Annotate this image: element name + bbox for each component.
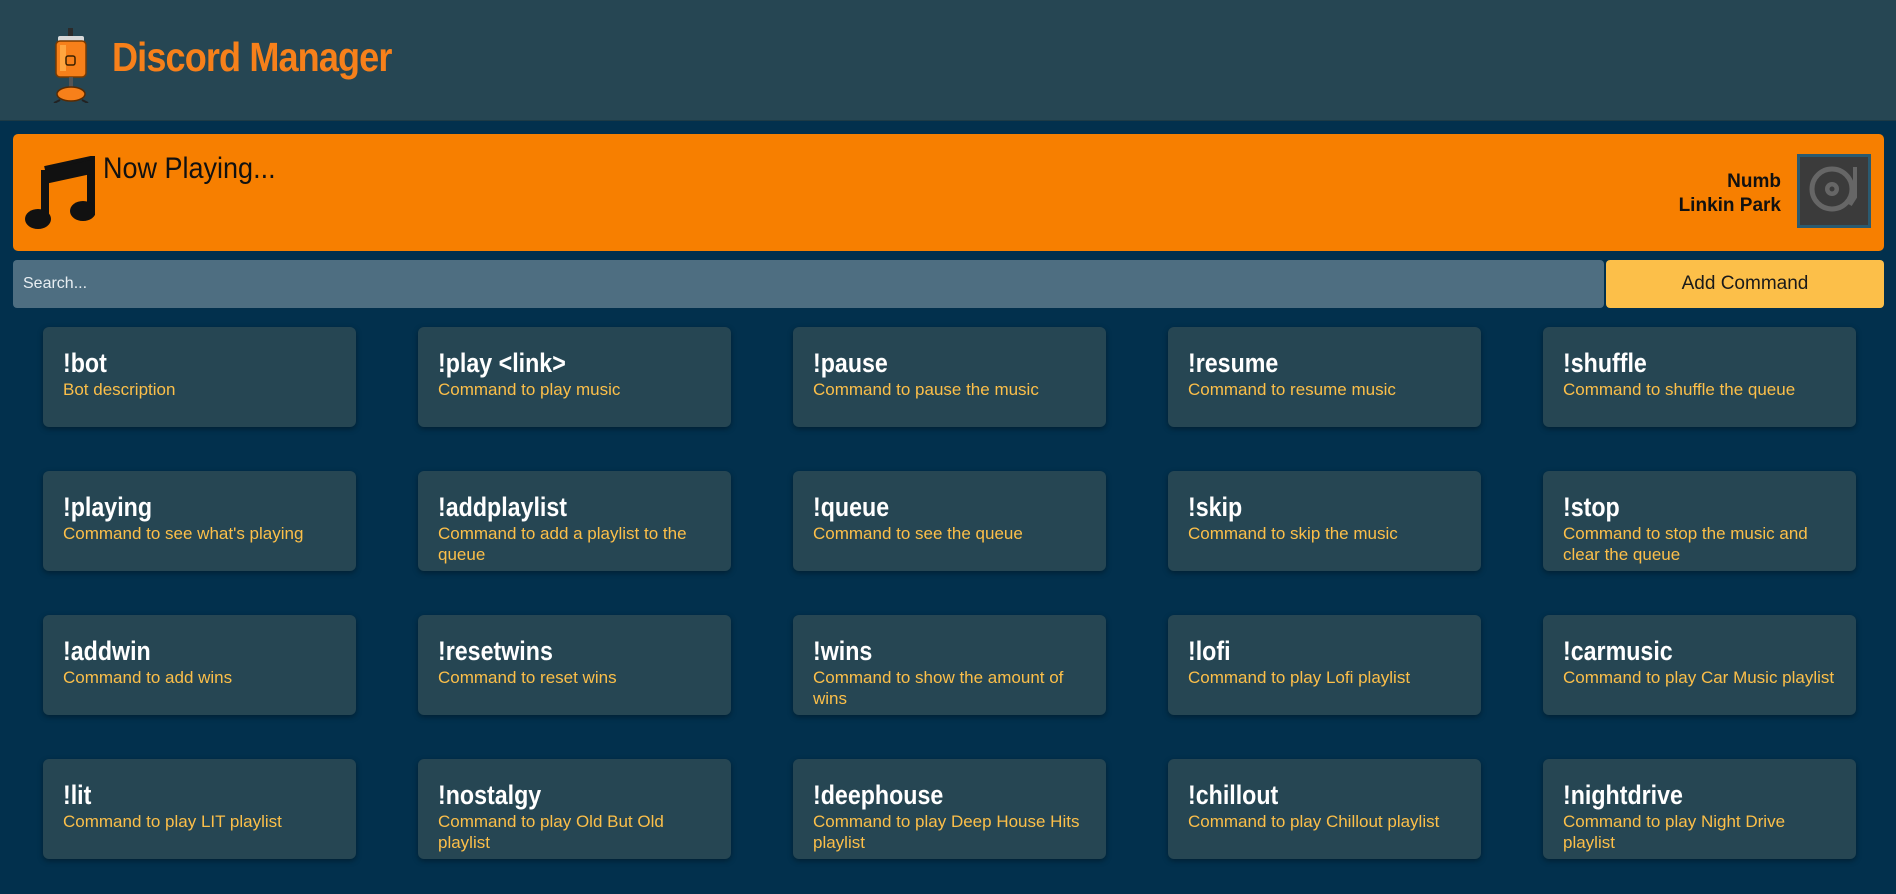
command-description: Command to play Lofi playlist [1188,668,1411,687]
command-description: Command to play Chillout playlist [1188,812,1440,831]
command-name: !addwin [63,636,151,666]
command-card[interactable]: !nostalgy Command to play Old But Old pla… [418,759,731,859]
command-card[interactable]: !lit Command to play LIT playlist [43,759,356,859]
command-name: !deephouse [813,780,944,810]
lantern-robot-icon[interactable] [46,28,96,104]
command-name: !resetwins [438,636,553,666]
track-artist: Linkin Park [1678,195,1781,216]
command-description: Command to shuffle the queue [1563,380,1796,399]
app-title[interactable]: Discord Manager [112,34,392,81]
command-name: !resume [1188,348,1279,378]
command-name: !stop [1563,492,1620,522]
command-card[interactable]: !nightdrive Command to play Night Drive p… [1543,759,1856,859]
track-info: Numb Linkin Park [1679,170,1781,218]
command-name: !addplaylist [438,492,568,522]
command-description: Command to play Night Drive playlist [1563,812,1786,852]
command-description: Command to show the amount of wins [813,668,1064,708]
command-name: !lofi [1188,636,1231,666]
command-card[interactable]: !lofi Command to play Lofi playlist [1168,615,1481,715]
search-input[interactable] [13,260,1604,308]
command-name: !lit [63,780,92,810]
now-playing-label: Now Playing... [103,152,276,185]
command-description: Command to reset wins [438,668,617,687]
command-description: Command to stop the music and clear the … [1563,524,1808,564]
command-description: Command to add a playlist to the queue [438,524,687,564]
command-card[interactable]: !shuffle Command to shuffle the queue [1543,327,1856,427]
command-description: Command to play LIT playlist [63,812,282,831]
command-card[interactable]: !playing Command to see what's playing [43,471,356,571]
command-description: Command to see the queue [813,524,1023,543]
command-card[interactable]: !addwin Command to add wins [43,615,356,715]
command-name: !queue [813,492,890,522]
command-name: !shuffle [1563,348,1647,378]
command-description: Command to skip the music [1188,524,1398,543]
command-description: Command to pause the music [813,380,1039,399]
command-card[interactable]: !resetwins Command to reset wins [418,615,731,715]
command-card[interactable]: !skip Command to skip the music [1168,471,1481,571]
now-playing-banner: Now Playing... Numb Linkin Park [13,134,1884,251]
command-card[interactable]: !chillout Command to play Chillout playli… [1168,759,1481,859]
command-card[interactable]: !resume Command to resume music [1168,327,1481,427]
add-command-button[interactable]: Add Command [1606,260,1884,308]
command-name: !play <link> [438,348,566,378]
album-art[interactable] [1797,154,1871,228]
command-description: Command to resume music [1188,380,1396,399]
command-description: Command to see what's playing [63,524,304,543]
app-header: Discord Manager [0,0,1896,121]
command-description: Command to add wins [63,668,233,687]
command-card[interactable]: !addplaylist Command to add a playlist to… [418,471,731,571]
command-card[interactable]: !deephouse Command to play Deep House Hit… [793,759,1106,859]
command-grid: !bot Bot description !play <link> Command t… [43,327,1856,859]
command-name: !chillout [1188,780,1279,810]
command-card[interactable]: !pause Command to pause the music [793,327,1106,427]
command-card[interactable]: !wins Command to show the amount of wins [793,615,1106,715]
command-description: Command to play music [438,380,621,399]
command-name: !carmusic [1563,636,1673,666]
command-name: !playing [63,492,153,522]
command-card[interactable]: !stop Command to stop the music and clear… [1543,471,1856,571]
track-title: Numb [1727,171,1781,192]
command-card[interactable]: !queue Command to see the queue [793,471,1106,571]
command-description: Command to play Deep House Hits playlist [813,812,1080,852]
command-card[interactable]: !bot Bot description [43,327,356,427]
command-card[interactable]: !play <link> Command to play music [418,327,731,427]
music-note-icon [25,155,96,230]
command-name: !bot [63,348,107,378]
command-description: Command to play Car Music playlist [1563,668,1835,687]
turntable-icon [1806,163,1862,220]
command-card[interactable]: !carmusic Command to play Car Music playl… [1543,615,1856,715]
command-name: !wins [813,636,873,666]
command-name: !nostalgy [438,780,542,810]
command-description: Bot description [63,380,176,399]
command-name: !skip [1188,492,1243,522]
command-name: !nightdrive [1563,780,1683,810]
command-name: !pause [813,348,888,378]
command-description: Command to play Old But Old playlist [438,812,664,852]
